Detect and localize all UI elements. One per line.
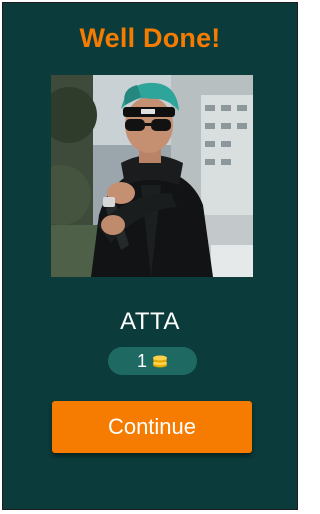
answer-photo — [51, 75, 253, 277]
coin-stack-icon — [153, 355, 167, 368]
coin-count: 1 — [136, 350, 147, 371]
person-photo-illustration — [51, 75, 253, 277]
page-title: Well Done! — [79, 23, 221, 53]
continue-button[interactable]: Continue — [52, 401, 252, 453]
answer-label: ATTA — [120, 308, 180, 335]
coin-balance-badge: 1 — [108, 347, 197, 375]
result-screen: Well Done! ATTA 1 Continue — [2, 2, 298, 510]
